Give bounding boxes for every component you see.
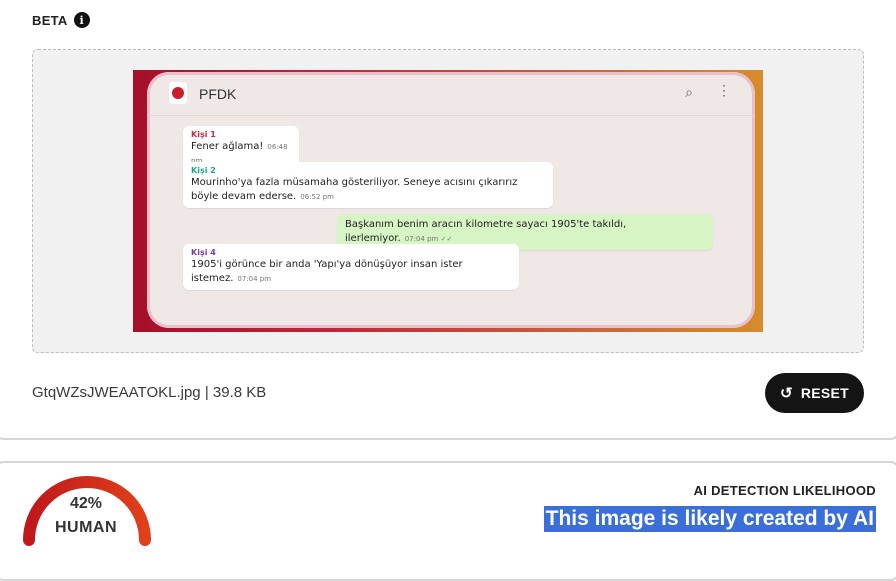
reset-label: RESET	[800, 385, 850, 401]
message-sender: Kişi 2	[191, 166, 216, 175]
beta-label: BETA	[32, 12, 68, 28]
message-time: 07:04 pm	[237, 275, 272, 283]
chat-header: PFDK ⌕ ⋮	[147, 72, 755, 116]
message-text: 1905'i görünce bir anda 'Yapı'ya dönüşüy…	[191, 259, 463, 284]
file-info: GtqWZsJWEAATOKL.jpg | 39.8 KB	[32, 384, 267, 401]
likelihood-title: AI DETECTION LIKELIHOOD	[693, 483, 876, 498]
app-logo-icon	[169, 82, 187, 104]
gauge-percent: 42%	[69, 495, 103, 512]
gauge-label: HUMAN	[54, 519, 118, 536]
info-icon[interactable]: i	[73, 12, 90, 28]
search-icon: ⌕	[685, 84, 693, 100]
message-sender: Kişi 4	[191, 248, 216, 257]
chat-message: Kişi 2 Mourinho'ya fazla müsamaha göster…	[183, 162, 553, 208]
uploaded-image-preview: PFDK ⌕ ⋮ Kişi 1 Fener ağlama! 06:48 pm Ki…	[133, 70, 763, 332]
reset-button[interactable]: ↺ RESET	[765, 373, 864, 413]
likelihood-verdict: This image is likely created by AI	[543, 506, 876, 532]
image-dropzone[interactable]: PFDK ⌕ ⋮ Kişi 1 Fener ağlama! 06:48 pm Ki…	[32, 49, 864, 353]
message-text: Başkanım benim aracın kilometre sayacı 1…	[345, 219, 627, 244]
chat-message: Kişi 4 1905'i görünce bir anda 'Yapı'ya …	[183, 244, 519, 290]
message-text: Fener ağlama!	[191, 141, 264, 152]
chat-title: PFDK	[199, 86, 237, 102]
beta-row: BETA i	[32, 12, 90, 28]
message-text: Mourinho'ya fazla müsamaha gösteriliyor.…	[191, 177, 518, 202]
reset-icon: ↺	[779, 384, 793, 402]
message-sender: Kişi 1	[191, 130, 216, 139]
message-time: 07:04 pm ✓✓	[404, 235, 453, 243]
more-vert-icon: ⋮	[717, 82, 731, 98]
message-time: 06:52 pm	[300, 193, 334, 201]
chat-screenshot: PFDK ⌕ ⋮ Kişi 1 Fener ağlama! 06:48 pm Ki…	[147, 72, 755, 328]
